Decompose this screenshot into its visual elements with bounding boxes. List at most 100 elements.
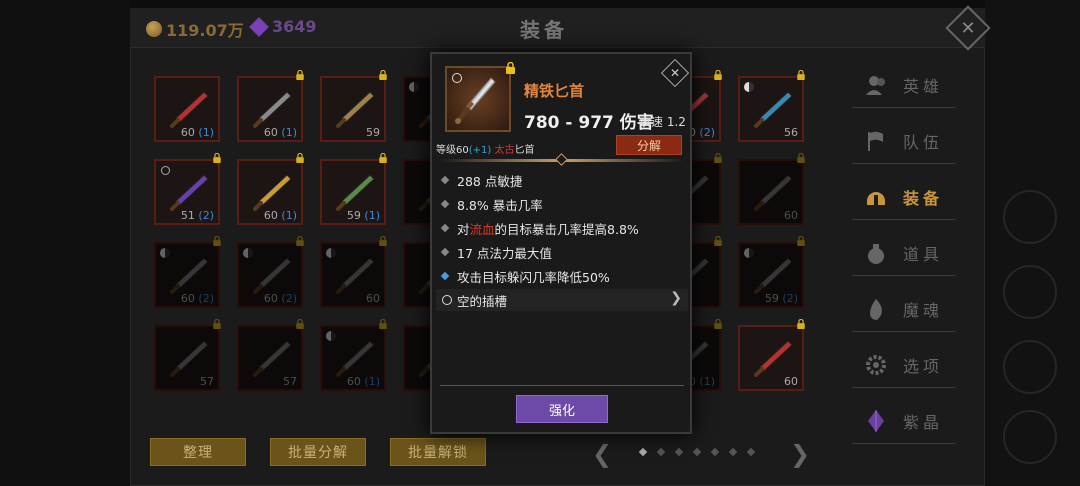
upgrade-button[interactable]: 强化 xyxy=(516,395,608,423)
lock-icon xyxy=(714,70,722,80)
tab-hero[interactable]: 英雄 xyxy=(852,62,956,108)
lock-icon xyxy=(213,319,221,329)
inventory-slot[interactable]: 60 (2) xyxy=(237,236,304,308)
stat-line: 攻击目标躲闪几率降低50% xyxy=(440,265,610,287)
yin-yang-icon xyxy=(243,248,253,258)
hero-icon xyxy=(866,75,885,95)
inventory-slot[interactable]: 60 (1) xyxy=(320,319,387,391)
tab-label: 装备 xyxy=(903,188,944,208)
tab-crystal[interactable]: 紫晶 xyxy=(852,398,956,444)
item-level-badge: 60 (1) xyxy=(264,209,297,222)
stat-line: 对流血 的目标暴击几率提高8.8% xyxy=(440,217,639,239)
inventory-slot[interactable]: 51 (2) xyxy=(154,153,221,225)
inventory-slot[interactable]: 60 xyxy=(320,236,387,308)
slot-level: 60 xyxy=(180,126,195,139)
coin-icon xyxy=(146,21,162,37)
helmet-icon xyxy=(867,191,885,205)
page-title: 装备 xyxy=(520,18,568,42)
tab-label: 道具 xyxy=(903,244,944,264)
gold-amount: 119.07万 xyxy=(166,21,244,40)
slot-level: 59 xyxy=(346,209,361,222)
socket-label: 空的插槽 xyxy=(457,293,508,309)
slot-level: 57 xyxy=(200,375,214,388)
stat-text: 的目标暴击几率提高8.8% xyxy=(494,221,639,237)
tab-label: 魔魂 xyxy=(903,300,944,320)
stat-line: 17 点法力最大值 xyxy=(440,241,552,263)
flame-icon xyxy=(870,298,882,320)
slot-level: 60 xyxy=(180,292,195,305)
item-level-badge: 59 xyxy=(366,126,380,139)
page-dot[interactable] xyxy=(710,447,720,457)
inventory-slot[interactable]: 57 xyxy=(154,319,221,391)
inventory-slot[interactable]: 59 (2) xyxy=(738,236,805,308)
inventory-slot[interactable]: 59 (1) xyxy=(320,153,387,225)
tab-flag[interactable]: 队伍 xyxy=(852,118,956,164)
dismantle-button[interactable]: 分解 xyxy=(616,135,682,155)
page-dot[interactable] xyxy=(746,447,756,457)
tooltip-close-button[interactable]: ✕ xyxy=(660,58,690,88)
attack-speed-label: 攻速 xyxy=(639,115,664,129)
inventory-slot[interactable]: 60 (1) xyxy=(237,70,304,142)
tab-helmet[interactable]: 装备 xyxy=(852,174,956,220)
inventory-slot[interactable]: 59 xyxy=(320,70,387,142)
item-level-badge: 57 xyxy=(283,375,297,388)
lock-icon xyxy=(714,319,722,329)
tab-bag[interactable]: 道具 xyxy=(852,230,956,276)
slot-bonus: (1) xyxy=(699,375,715,388)
inventory-slot[interactable]: 60 (1) xyxy=(237,153,304,225)
sort-button[interactable]: 整理 xyxy=(150,438,246,466)
slot-bonus: (1) xyxy=(281,209,297,222)
page-dot[interactable] xyxy=(656,447,666,457)
item-level-badge: 60 (1) xyxy=(264,126,297,139)
item-level-badge: 59 (1) xyxy=(347,209,380,222)
item-level-badge: 60 xyxy=(784,209,798,222)
socket-icon xyxy=(442,295,452,305)
prev-page-button[interactable]: ❮ xyxy=(592,440,612,468)
slot-bonus: (2) xyxy=(281,292,297,305)
lock-icon xyxy=(296,236,304,246)
gear-icon xyxy=(866,354,886,375)
crystal-icon xyxy=(868,409,884,432)
gem-icon xyxy=(249,16,269,37)
lock-icon xyxy=(296,153,304,163)
yin-yang-icon xyxy=(160,248,170,258)
inventory-slot[interactable]: 60 xyxy=(738,153,805,225)
empty-socket-row[interactable]: 空的插槽 ❯ xyxy=(436,289,688,311)
lock-icon xyxy=(379,153,387,163)
inventory-slot[interactable]: 57 xyxy=(237,319,304,391)
tab-flame[interactable]: 魔魂 xyxy=(852,286,956,332)
lock-icon xyxy=(797,236,805,246)
slot-level: 59 xyxy=(764,292,779,305)
lock-icon xyxy=(379,70,387,80)
yin-yang-icon xyxy=(409,82,419,92)
bulk-unlock-button[interactable]: 批量解锁 xyxy=(390,438,486,466)
lock-icon xyxy=(797,153,805,163)
lock-icon xyxy=(379,319,387,329)
item-quality: 太古 xyxy=(494,145,515,156)
yin-yang-icon xyxy=(326,331,336,341)
tab-gear[interactable]: 选项 xyxy=(852,342,956,388)
stat-text: 17 点法力最大值 xyxy=(457,245,552,261)
inventory-slot[interactable]: 60 xyxy=(738,319,805,391)
bullet-diamond-icon xyxy=(440,199,450,209)
page-dot[interactable] xyxy=(728,447,738,457)
page-dot[interactable] xyxy=(692,447,702,457)
lock-icon[interactable] xyxy=(505,62,516,74)
page-dot[interactable] xyxy=(638,447,648,457)
inventory-slot[interactable]: 60 (2) xyxy=(154,236,221,308)
inventory-slot[interactable]: 60 (1) xyxy=(154,76,220,142)
yin-yang-icon xyxy=(744,82,754,92)
item-level-badge: 51 (2) xyxy=(181,209,214,222)
inventory-slot[interactable]: 56 xyxy=(738,70,805,142)
item-level-badge: 60 (1) xyxy=(347,375,380,388)
gem-amount: 3649 xyxy=(272,17,317,36)
bulk-dismantle-button[interactable]: 批量分解 xyxy=(270,438,366,466)
lock-icon xyxy=(379,236,387,246)
page-dot[interactable] xyxy=(674,447,684,457)
yin-yang-icon xyxy=(744,248,754,258)
lock-icon xyxy=(797,70,805,80)
next-page-button[interactable]: ❯ xyxy=(790,440,810,468)
item-level-badge: 60 (1) xyxy=(181,126,214,139)
lock-icon xyxy=(213,236,221,246)
lock-icon xyxy=(296,70,304,80)
